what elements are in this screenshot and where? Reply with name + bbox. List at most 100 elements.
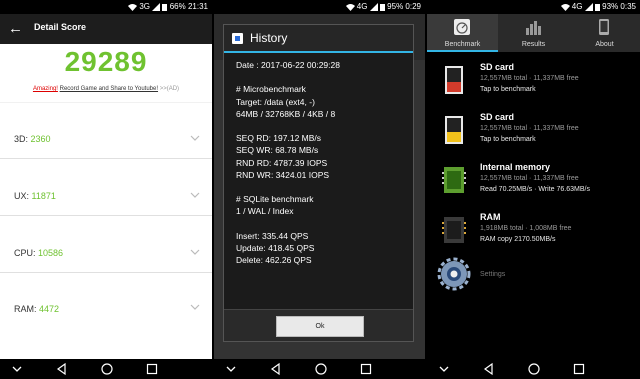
internal-memory-icon [442,167,466,193]
wifi-icon [345,3,355,11]
list-item-sd-card-1[interactable]: SD card 12,557MB total · 11,337MB free T… [427,56,640,106]
clock: 0:35 [620,2,636,11]
settings-label: Settings [480,271,506,278]
benchmark-panel: 4G 93% 0:35 Benchmark Results About SD c… [427,0,640,379]
item-status: Tap to benchmark [480,136,536,143]
ad-link[interactable]: Record Game and Share to Youtube! [60,86,158,92]
ok-button[interactable]: Ok [276,316,364,337]
score-row-cpu[interactable]: CPU: 10586 [0,217,212,273]
status-bar: 4G 95% 0:29 [214,0,425,14]
recents-square-icon[interactable] [145,362,159,376]
score-value: 11871 [31,191,56,201]
sd-card-yellow-icon [445,116,463,144]
app-header: ← Detail Score [0,14,212,44]
ad-suffix: >>(AD) [159,86,180,92]
dialog-button-bar: Ok [224,309,413,341]
list-item-internal-memory[interactable]: Internal memory 12,557MB total · 11,337M… [427,156,640,206]
nav-bar [427,359,640,379]
tab-about[interactable]: About [569,14,640,52]
chevron-down-icon[interactable] [190,247,200,257]
status-bar: 4G 93% 0:35 [427,0,640,14]
item-name: RAM [480,212,501,222]
dialog-header: History [224,25,413,51]
chevron-down-icon[interactable] [190,302,200,312]
item-status: RAM copy 2170.50MB/s [480,236,556,243]
chevron-down-icon[interactable] [190,190,200,200]
page-title: Detail Score [34,22,87,32]
dialog-title: History [250,31,288,45]
signal-icon [369,2,378,11]
ad-banner[interactable]: Amazing! Record Game and Share to Youtub… [0,86,212,92]
status-bar: 3G 66% 21:31 [0,0,212,14]
history-icon [232,33,243,44]
back-arrow-icon[interactable]: ← [8,20,23,38]
settings-item[interactable]: Settings [427,252,640,302]
speedometer-icon [454,19,470,35]
score-value: 10586 [38,248,64,258]
phone-icon [599,19,609,35]
nav-bar [214,359,425,379]
chevron-down-icon[interactable] [437,362,451,376]
tab-label: Results [521,41,546,48]
wifi-icon [560,3,570,11]
item-name: SD card [480,112,515,122]
score-value: 2360 [30,134,51,144]
item-info: 12,557MB total · 11,337MB free [480,175,579,182]
gear-icon [437,257,471,291]
home-circle-icon[interactable] [100,362,114,376]
tab-results[interactable]: Results [498,14,569,52]
score-list: 3D: 2360 UX: 11871 CPU: 10586 RAM: 4472 [0,103,212,359]
list-item-ram[interactable]: RAM 1,918MB total · 1,008MB free RAM cop… [427,206,640,256]
battery-level: 93% [602,2,619,11]
item-info: 12,557MB total · 11,337MB free [480,75,579,82]
total-score: 29289 [64,46,148,77]
signal-icon [152,2,161,11]
back-triangle-icon[interactable] [482,362,496,376]
ad-highlight[interactable]: Amazing! [33,86,58,92]
list-item-sd-card-2[interactable]: SD card 12,557MB total · 11,337MB free T… [427,106,640,156]
total-score-card: 29289 Amazing! Record Game and Share to … [0,44,212,102]
nav-bar [0,359,212,379]
back-triangle-icon[interactable] [55,362,69,376]
item-info: 1,918MB total · 1,008MB free [480,225,572,232]
recents-square-icon[interactable] [572,362,586,376]
network-type: 4G [571,2,583,11]
score-label: UX: [14,191,30,201]
battery-icon [162,3,168,11]
item-name: Internal memory [480,162,551,172]
home-circle-icon[interactable] [314,362,328,376]
history-dialog-panel: 4G 95% 0:29 History Date : 2017-06-22 00… [214,0,425,379]
score-row-ram[interactable]: RAM: 4472 [0,274,212,360]
battery-level: 95% [387,2,404,11]
score-label: RAM: [14,304,37,314]
item-status: Read 70.25MB/s · Write 76.63MB/s [480,186,590,193]
tab-benchmark[interactable]: Benchmark [427,14,498,52]
chevron-down-icon[interactable] [224,362,238,376]
score-label: CPU: [14,248,36,258]
tab-label: Benchmark [444,41,481,48]
recents-square-icon[interactable] [359,362,373,376]
score-row-ux[interactable]: UX: 11871 [0,160,212,216]
tab-bar: Benchmark Results About [427,14,640,52]
battery-icon [594,3,600,11]
item-status: Tap to benchmark [480,86,536,93]
network-type: 4G [356,2,368,11]
clock: 0:29 [405,2,421,11]
item-name: SD card [480,62,515,72]
bar-chart-icon [526,21,541,35]
chevron-down-icon[interactable] [10,362,24,376]
score-row-3d[interactable]: 3D: 2360 [0,103,212,159]
chevron-down-icon[interactable] [190,133,200,143]
wifi-icon [128,3,138,11]
network-type: 3G [139,2,151,11]
antutu-detail-panel: 3G 66% 21:31 ← Detail Score 29289 Amazin… [0,0,212,379]
dialog-divider [224,51,413,53]
home-circle-icon[interactable] [527,362,541,376]
tab-label: About [595,41,614,48]
back-triangle-icon[interactable] [269,362,283,376]
score-value: 4472 [39,304,60,314]
history-details: Date : 2017-06-22 00:29:28 # Microbenchm… [236,60,340,266]
ram-chip-icon [442,217,466,243]
battery-icon [379,3,385,11]
battery-level: 66% [169,2,186,11]
